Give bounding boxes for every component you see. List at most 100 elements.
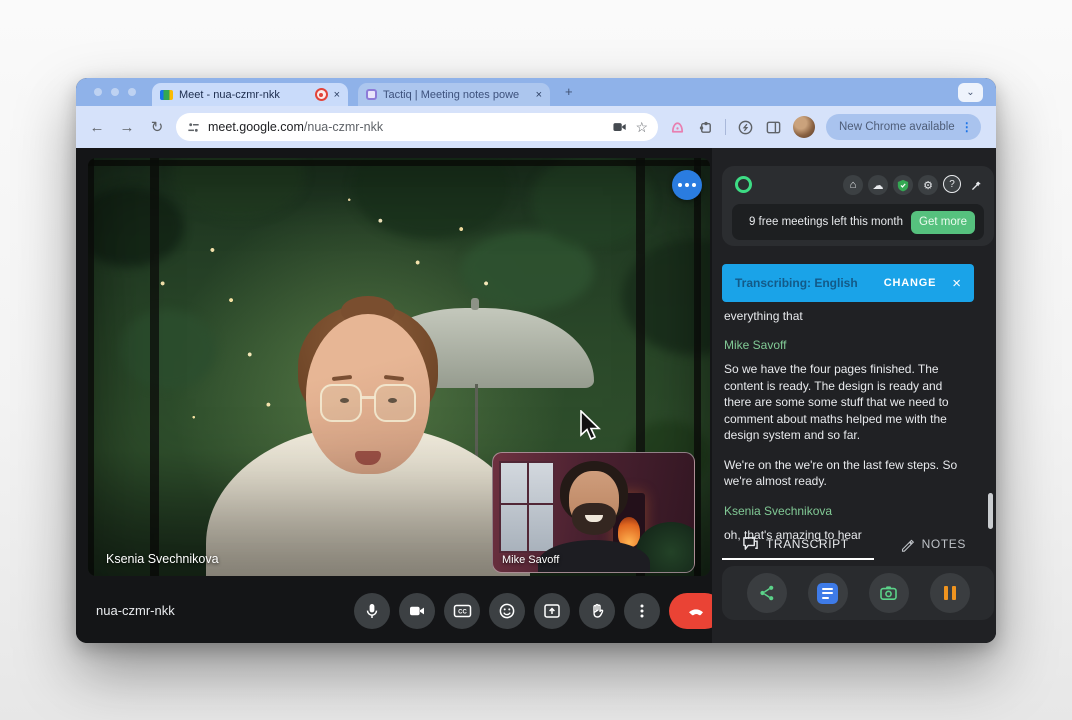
hand-icon	[588, 602, 606, 620]
extensions-puzzle-icon[interactable]	[697, 119, 714, 136]
meet-page: Mike Savoff Ksenia Svechnikova nua-czmr-…	[76, 148, 996, 643]
browser-window: Meet - nua-czmr-nkk × Tactiq | Meeting n…	[76, 78, 996, 643]
transcript-speaker: Mike Savoff	[724, 338, 968, 352]
tab-title: Tactiq | Meeting notes powe	[383, 89, 530, 101]
forward-button[interactable]: →	[112, 119, 142, 136]
tab-title: Meet - nua-czmr-nkk	[179, 89, 309, 101]
desktop: Meet - nua-czmr-nkk × Tactiq | Meeting n…	[0, 0, 1072, 720]
tactiq-extension-icon[interactable]	[669, 119, 686, 136]
chat-icon	[742, 536, 759, 552]
notes-tab-label: NOTES	[922, 537, 966, 551]
tab-search-button[interactable]: ⌄	[958, 83, 983, 102]
share-icon	[758, 584, 776, 602]
tab-notes[interactable]: NOTES	[900, 537, 966, 552]
more-options-button[interactable]	[624, 593, 660, 629]
transcript-text: everything that	[724, 308, 968, 324]
camera-icon	[408, 602, 426, 620]
back-button[interactable]: ←	[82, 119, 112, 136]
cloud-upload-icon[interactable]: ☁	[868, 175, 888, 195]
export-docs-button[interactable]	[808, 573, 848, 613]
tactiq-panel: ⌂ ☁ ⚙ ? 9 free meetings left this month	[712, 148, 996, 643]
present-button[interactable]	[534, 593, 570, 629]
main-video-tile[interactable]: Mike Savoff Ksenia Svechnikova	[88, 158, 710, 576]
bookmark-star-icon[interactable]: ☆	[635, 119, 648, 136]
get-more-button[interactable]: Get more	[911, 211, 975, 234]
more-vertical-icon	[633, 602, 651, 620]
mouse-cursor	[580, 410, 602, 442]
new-tab-button[interactable]: +	[565, 84, 573, 99]
pause-icon	[944, 586, 956, 600]
captions-icon: CC	[453, 602, 472, 620]
close-tab-icon[interactable]: ×	[536, 89, 542, 101]
meeting-code: nua-czmr-nkk	[96, 603, 175, 618]
transcript-feed[interactable]: everything that Mike Savoff So we have t…	[724, 308, 968, 543]
maximize-window-icon[interactable]	[128, 88, 136, 96]
close-tab-icon[interactable]: ×	[334, 89, 340, 101]
tactiq-tabs: TRANSCRIPT NOTES	[722, 530, 986, 558]
chrome-update-button[interactable]: New Chrome available ⋮	[826, 114, 981, 140]
reload-button[interactable]: ↻	[142, 118, 172, 136]
pause-transcription-button[interactable]	[930, 573, 970, 613]
mic-icon	[363, 602, 381, 620]
meet-controls: CC	[354, 593, 723, 629]
address-bar[interactable]: meet.google.com/nua-czmr-nkk ☆	[176, 113, 658, 141]
transcript-speaker: Ksenia Svechnikova	[724, 504, 968, 518]
transcript-text: We're on the we're on the last few steps…	[724, 457, 968, 490]
smiley-icon	[498, 602, 516, 620]
profile-avatar[interactable]	[793, 116, 815, 138]
pip-video-tile[interactable]: Mike Savoff	[492, 452, 695, 573]
screenshot-button[interactable]	[869, 573, 909, 613]
tactiq-favicon-icon	[366, 89, 377, 100]
end-call-icon	[686, 602, 706, 620]
change-language-button[interactable]: CHANGE	[884, 277, 936, 289]
window-controls[interactable]	[94, 88, 136, 96]
tactiq-header: ⌂ ☁ ⚙ ? 9 free meetings left this month	[722, 166, 994, 246]
quota-text: 9 free meetings left this month	[741, 215, 911, 230]
tactiq-logo-icon	[735, 176, 752, 193]
chat-bubble-button[interactable]	[672, 170, 702, 200]
participant-name-label: Ksenia Svechnikova	[106, 552, 219, 566]
url-host: meet.google.com	[208, 120, 304, 134]
browser-menu-icon[interactable]: ⋮	[961, 120, 973, 134]
transcript-tab-label: TRANSCRIPT	[766, 537, 849, 551]
close-banner-icon[interactable]: ×	[952, 275, 961, 292]
svg-text:CC: CC	[458, 610, 467, 616]
tab-transcript[interactable]: TRANSCRIPT	[742, 536, 849, 552]
shield-icon[interactable]	[893, 175, 913, 195]
browser-toolbar: ← → ↻ meet.google.com/nua-czmr-nkk ☆	[76, 106, 996, 148]
recording-indicator-icon	[315, 88, 328, 101]
chevron-down-icon: ⌄	[966, 87, 974, 98]
camera-button[interactable]	[399, 593, 435, 629]
picker-pin-icon[interactable]	[966, 175, 986, 195]
camera-access-icon[interactable]	[612, 120, 628, 134]
quota-card: 9 free meetings left this month Get more	[732, 204, 984, 240]
active-tab-underline	[722, 558, 874, 560]
transcript-text: So we have the four pages finished. The …	[724, 361, 968, 444]
tab-meet[interactable]: Meet - nua-czmr-nkk ×	[152, 83, 348, 106]
scrollbar-thumb[interactable]	[988, 493, 993, 529]
meet-favicon-icon	[160, 90, 173, 100]
captions-button[interactable]: CC	[444, 593, 480, 629]
pencil-icon	[900, 537, 915, 552]
tactiq-actions	[722, 566, 994, 620]
reactions-button[interactable]	[489, 593, 525, 629]
tune-icon[interactable]	[186, 120, 201, 135]
tab-strip: Meet - nua-czmr-nkk × Tactiq | Meeting n…	[76, 78, 996, 106]
side-panel-icon[interactable]	[765, 119, 782, 136]
mic-button[interactable]	[354, 593, 390, 629]
transcribing-label: Transcribing: English	[735, 276, 876, 290]
settings-gear-icon[interactable]: ⚙	[918, 175, 938, 195]
minimize-window-icon[interactable]	[111, 88, 119, 96]
present-icon	[543, 602, 561, 620]
help-icon[interactable]: ?	[943, 175, 961, 193]
tab-tactiq[interactable]: Tactiq | Meeting notes powe ×	[358, 83, 550, 106]
extension-circle-icon[interactable]	[737, 119, 754, 136]
url-path: /nua-czmr-nkk	[304, 120, 383, 134]
toolbar-divider	[725, 119, 726, 135]
share-button[interactable]	[747, 573, 787, 613]
home-icon[interactable]: ⌂	[843, 175, 863, 195]
close-window-icon[interactable]	[94, 88, 102, 96]
participant-name-label: Mike Savoff	[502, 554, 559, 566]
chrome-update-label: New Chrome available	[839, 121, 955, 133]
raise-hand-button[interactable]	[579, 593, 615, 629]
